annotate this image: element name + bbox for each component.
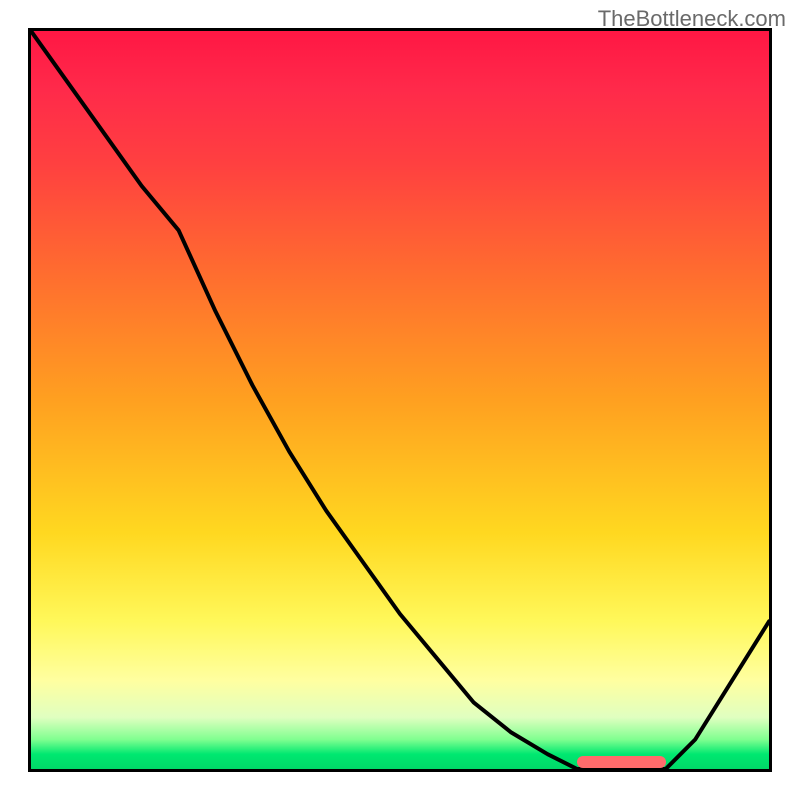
curve-svg [31, 31, 769, 769]
plot-frame [28, 28, 772, 772]
watermark-text: TheBottleneck.com [598, 6, 786, 32]
chart-container: TheBottleneck.com [0, 0, 800, 800]
bottleneck-curve [31, 31, 769, 769]
optimal-range-marker [577, 756, 666, 768]
